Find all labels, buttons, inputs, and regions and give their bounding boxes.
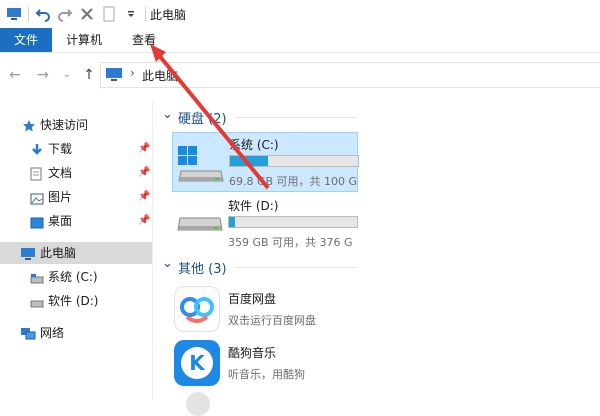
- annotation-arrow: [150, 44, 270, 190]
